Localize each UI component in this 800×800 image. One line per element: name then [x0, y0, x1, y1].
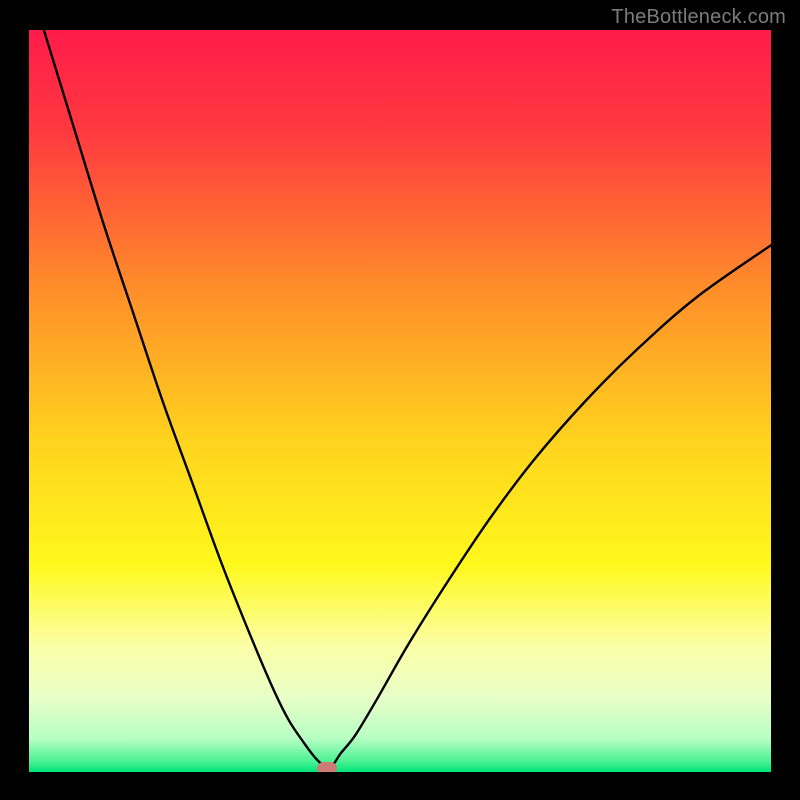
optimal-marker [317, 762, 337, 772]
chart-frame: TheBottleneck.com [0, 0, 800, 800]
watermark-text: TheBottleneck.com [611, 6, 786, 29]
plot-area [29, 30, 771, 772]
bottleneck-curve [29, 30, 771, 772]
